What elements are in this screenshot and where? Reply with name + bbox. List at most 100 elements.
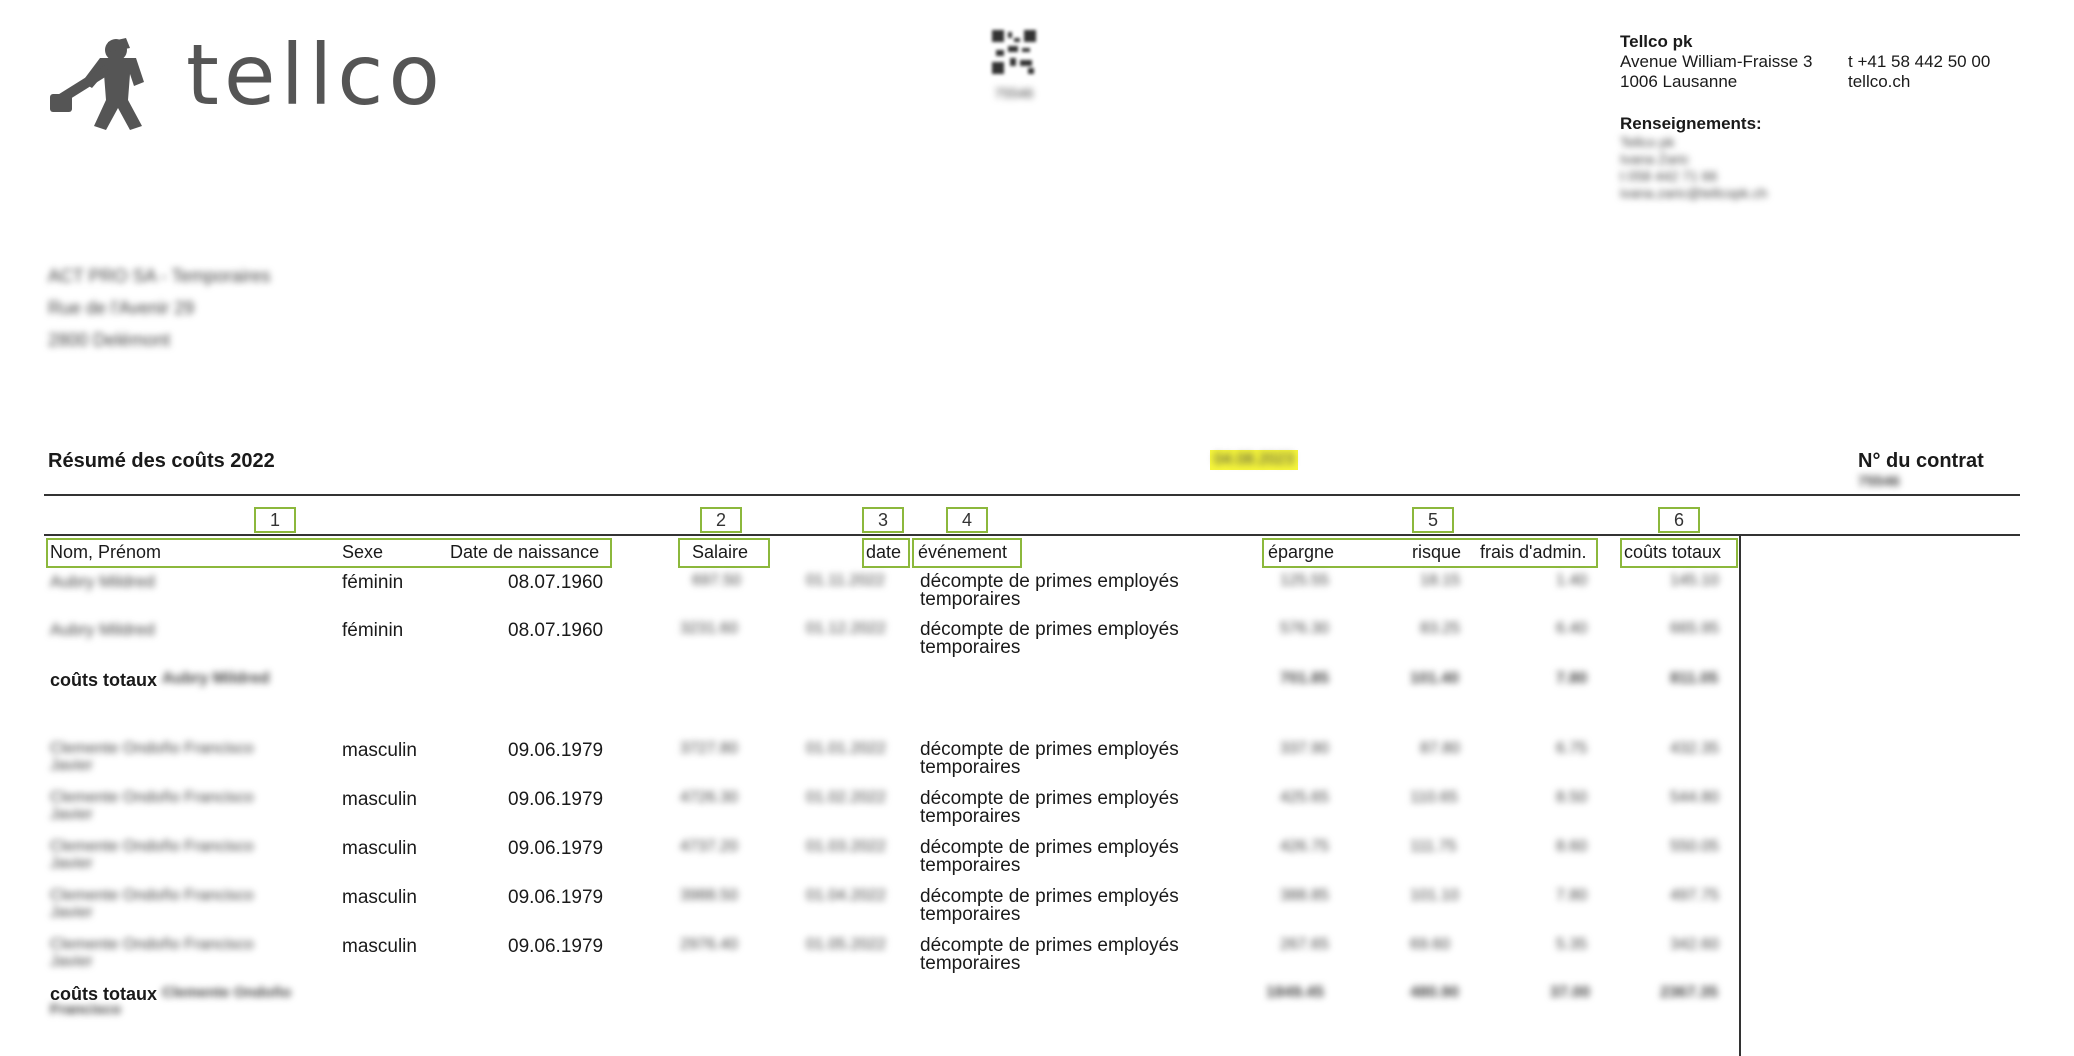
cell-salary: 4737.20 bbox=[680, 838, 738, 855]
cell-name: Aubry Mildred bbox=[50, 572, 155, 591]
group-total-admin: 7.80 bbox=[1556, 670, 1588, 687]
cell-salary: 4726.30 bbox=[680, 789, 738, 806]
qr-code-icon bbox=[990, 28, 1038, 76]
cell-birth: 09.06.1979 bbox=[508, 789, 604, 810]
cell-name-line1: Clemente Ondoño Francisco bbox=[50, 789, 254, 806]
company-address-line2: 1006 Lausanne bbox=[1620, 72, 1738, 91]
cell-sex: féminin bbox=[342, 572, 404, 593]
column-marker-6: 6 bbox=[1658, 507, 1700, 533]
cell-event: décompte de primes employés temporaires bbox=[920, 620, 1179, 657]
cell-admin: 6.40 bbox=[1556, 620, 1588, 637]
cell-name: Clemente Ondoño Francisco Javier bbox=[50, 887, 254, 921]
contact-line1: Tellco pk bbox=[1620, 134, 1675, 150]
cell-name-line2: Javier bbox=[50, 806, 93, 823]
info-label: Renseignements: bbox=[1620, 114, 1762, 133]
cell-event-line2: temporaires bbox=[920, 953, 1021, 974]
cell-salary: 697.50 bbox=[692, 572, 741, 589]
company-phone: t +41 58 442 50 00 bbox=[1848, 52, 1991, 71]
cell-name: Aubry Mildred bbox=[50, 620, 155, 639]
column-header-risk: risque bbox=[1412, 542, 1462, 562]
cell-birth: 09.06.1979 bbox=[508, 740, 604, 761]
tellco-logo: tellco bbox=[48, 26, 468, 140]
cell-date: 01.05.2022 bbox=[806, 936, 887, 953]
company-address-line1: Avenue William-Fraisse 3 bbox=[1620, 52, 1813, 71]
cell-birth: 08.07.1960 bbox=[508, 572, 604, 593]
cell-risk: 18.15 bbox=[1420, 572, 1461, 589]
cell-savings: 426.75 bbox=[1280, 838, 1329, 855]
cell-birth: 09.06.1979 bbox=[508, 887, 604, 908]
contact-line3: t 058 442 71 66 bbox=[1620, 168, 1718, 184]
group-total-name: Clemente Ondoño Francisco bbox=[50, 984, 291, 1018]
group-total-risk: 480.90 bbox=[1410, 984, 1459, 1001]
cell-event: décompte de primes employés temporaires bbox=[920, 887, 1179, 924]
cell-risk: 111.75 bbox=[1410, 838, 1457, 855]
cell-total: 665.95 bbox=[1670, 620, 1719, 637]
cell-name-line1: Clemente Ondoño Francisco bbox=[50, 887, 254, 904]
column-header-sex: Sexe bbox=[342, 542, 384, 562]
cell-date: 01.04.2022 bbox=[806, 887, 887, 904]
cell-admin: 5.35 bbox=[1556, 936, 1588, 953]
divider-top bbox=[44, 494, 2020, 496]
cell-name-line2: Javier bbox=[50, 953, 93, 970]
cell-admin: 8.50 bbox=[1556, 789, 1588, 806]
contract-number: 75546 bbox=[1858, 473, 1900, 490]
cell-total: 544.80 bbox=[1670, 789, 1719, 806]
cell-sex: féminin bbox=[342, 620, 404, 641]
column-header-date: date bbox=[866, 542, 902, 562]
recipient-line2: Rue de l'Avenir 29 bbox=[48, 298, 195, 318]
cell-name-line2: Javier bbox=[50, 757, 93, 774]
cell-name-line1: Clemente Ondoño Francisco bbox=[50, 740, 254, 757]
group-total-name: Aubry Mildred bbox=[162, 670, 270, 687]
contract-block: N° du contrat 75546 bbox=[1858, 450, 1984, 490]
logo-figure-icon bbox=[50, 38, 144, 130]
contact-line4: ivana.zaric@tellcopk.ch bbox=[1620, 185, 1768, 201]
cell-name-line2: Javier bbox=[50, 904, 93, 921]
cell-salary: 3231.60 bbox=[680, 620, 738, 637]
company-name: Tellco pk bbox=[1620, 32, 1693, 51]
column-header-birth: Date de naissance bbox=[450, 542, 600, 562]
company-block: Tellco pk Avenue William-Fraisse 3 1006 … bbox=[1620, 32, 1812, 92]
column-header-name: Nom, Prénom bbox=[50, 542, 162, 562]
divider-header bbox=[44, 534, 2020, 536]
company-contact: t +41 58 442 50 00 tellco.ch bbox=[1848, 52, 1990, 92]
cell-sex: masculin bbox=[342, 789, 417, 810]
cell-birth: 09.06.1979 bbox=[508, 936, 604, 957]
qr-code: 75546 bbox=[990, 28, 1038, 101]
cell-date: 01.11.2022 bbox=[806, 572, 885, 589]
company-website: tellco.ch bbox=[1848, 72, 1911, 91]
cell-event: décompte de primes employés temporaires bbox=[920, 936, 1179, 974]
cell-savings: 267.65 bbox=[1280, 936, 1329, 953]
contract-label: N° du contrat bbox=[1858, 450, 1984, 472]
cell-savings: 388.85 bbox=[1280, 887, 1329, 904]
cell-event-line2: temporaires bbox=[920, 589, 1021, 610]
cell-name: Clemente Ondoño Francisco Javier bbox=[50, 789, 254, 823]
cell-name-line2: Javier bbox=[50, 855, 93, 872]
cell-savings: 425.65 bbox=[1280, 789, 1329, 806]
recipient-address: ACT PRO SA - Temporaires Rue de l'Avenir… bbox=[48, 260, 270, 356]
cell-event: décompte de primes employés temporaires bbox=[920, 838, 1179, 876]
summary-date: 04.08.2023 bbox=[1210, 450, 1299, 470]
cell-salary: 3988.50 bbox=[680, 887, 738, 904]
cell-date: 01.02.2022 bbox=[806, 789, 887, 806]
contact-line2: Ivana Zaric bbox=[1620, 151, 1690, 167]
cell-birth: 08.07.1960 bbox=[508, 620, 604, 641]
cell-event-line2: temporaires bbox=[920, 806, 1021, 827]
cell-risk: 101.10 bbox=[1410, 887, 1459, 904]
column-header-event: événement bbox=[918, 542, 1008, 562]
recipient-line3: 2800 Delémont bbox=[48, 330, 171, 350]
group-total-savings: 701.85 bbox=[1280, 670, 1329, 687]
cell-event-line2: temporaires bbox=[920, 855, 1021, 876]
qr-code-label: 75546 bbox=[994, 85, 1034, 101]
group-total-total: 2367.35 bbox=[1660, 984, 1718, 1001]
cell-total: 550.05 bbox=[1670, 838, 1719, 855]
cell-total: 145.10 bbox=[1670, 572, 1719, 589]
column-marker-1: 1 bbox=[254, 507, 296, 533]
cell-event: décompte de primes employés temporaires bbox=[920, 789, 1179, 827]
column-marker-3: 3 bbox=[862, 507, 904, 533]
cell-sex: masculin bbox=[342, 740, 417, 761]
cell-event-line2: temporaires bbox=[920, 757, 1021, 778]
cell-total: 432.35 bbox=[1670, 740, 1719, 757]
cell-sex: masculin bbox=[342, 887, 417, 908]
cell-total: 497.75 bbox=[1670, 887, 1719, 904]
summary-title: Résumé des coûts 2022 bbox=[48, 450, 275, 472]
